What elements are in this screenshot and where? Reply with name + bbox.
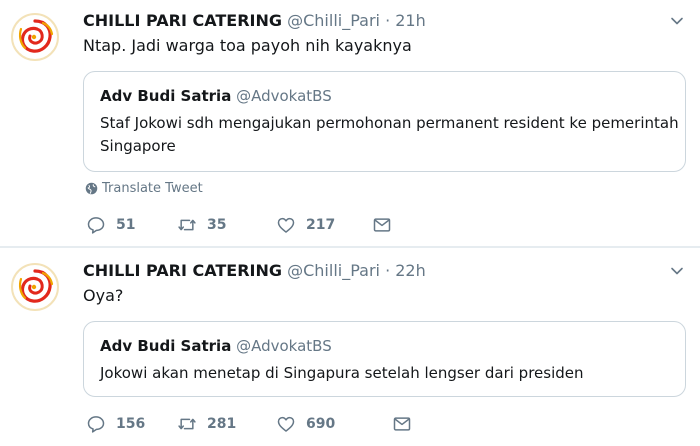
avatar[interactable] — [11, 263, 59, 311]
retweet-count: 281 — [207, 416, 237, 432]
separator-dot: · — [385, 261, 391, 280]
like-button[interactable]: 217 — [276, 215, 335, 235]
retweet-icon — [178, 219, 196, 231]
reply-button[interactable]: 51 — [86, 215, 135, 235]
reply-icon — [87, 217, 105, 234]
reply-count: 156 — [116, 416, 146, 432]
retweet-button[interactable]: 35 — [177, 215, 226, 235]
direct-message-button[interactable] — [372, 215, 402, 235]
quoted-user-handle: @AdvokatBS — [236, 337, 332, 355]
display-name[interactable]: CHILLI PARI CATERING — [83, 11, 282, 30]
tweet-header: CHILLI PARI CATERING @Chilli_Pari · 21h — [83, 11, 426, 31]
like-button[interactable]: 690 — [276, 414, 335, 434]
reply-icon — [87, 416, 105, 433]
translate-label: Translate Tweet — [102, 181, 203, 196]
chilli-pari-logo-icon — [15, 267, 55, 307]
timestamp[interactable]: 22h — [395, 261, 426, 280]
separator-dot: · — [385, 11, 391, 30]
envelope-icon — [393, 417, 411, 431]
tweet-text: Ntap. Jadi warga toa payoh nih kayaknya — [83, 36, 412, 55]
quoted-display-name: Adv Budi Satria — [100, 337, 232, 355]
quoted-tweet-header: Adv Budi Satria @AdvokatBS — [100, 336, 332, 356]
chevron-down-icon[interactable] — [670, 14, 684, 28]
like-count: 690 — [306, 416, 336, 432]
quoted-tweet-text: Staf Jokowi sdh mengajukan permohonan pe… — [100, 114, 679, 155]
retweet-button[interactable]: 281 — [177, 414, 236, 434]
tweet-text: Oya? — [83, 286, 124, 305]
tweet-actions: 51 35 217 — [86, 215, 486, 237]
user-handle[interactable]: @Chilli_Pari — [287, 11, 380, 30]
heart-icon — [277, 217, 295, 233]
tweet[interactable]: CHILLI PARI CATERING @Chilli_Pari · 21h … — [0, 0, 700, 247]
display-name[interactable]: CHILLI PARI CATERING — [83, 261, 282, 280]
heart-icon — [277, 416, 295, 432]
user-handle[interactable]: @Chilli_Pari — [287, 261, 380, 280]
reply-count: 51 — [116, 217, 136, 233]
retweet-icon — [178, 418, 196, 430]
tweet-actions: 156 281 690 — [86, 414, 486, 436]
globe-icon — [85, 182, 98, 195]
quoted-tweet[interactable]: Adv Budi Satria @AdvokatBS Staf Jokowi s… — [83, 71, 686, 172]
quoted-tweet-header: Adv Budi Satria @AdvokatBS — [100, 86, 332, 106]
reply-button[interactable]: 156 — [86, 414, 145, 434]
like-count: 217 — [306, 217, 336, 233]
envelope-icon — [373, 218, 391, 232]
quoted-display-name: Adv Budi Satria — [100, 87, 232, 105]
chilli-pari-logo-icon — [15, 17, 55, 57]
direct-message-button[interactable] — [392, 414, 422, 434]
tweet[interactable]: CHILLI PARI CATERING @Chilli_Pari · 22h … — [0, 248, 700, 446]
timestamp[interactable]: 21h — [395, 11, 426, 30]
tweet-header: CHILLI PARI CATERING @Chilli_Pari · 22h — [83, 261, 426, 281]
translate-tweet-link[interactable]: Translate Tweet — [85, 181, 203, 196]
quoted-user-handle: @AdvokatBS — [236, 87, 332, 105]
chevron-down-icon[interactable] — [670, 264, 684, 278]
quoted-tweet-text: Jokowi akan menetap di Singapura setelah… — [100, 364, 584, 382]
quoted-tweet[interactable]: Adv Budi Satria @AdvokatBS Jokowi akan m… — [83, 321, 686, 397]
retweet-count: 35 — [207, 217, 227, 233]
avatar[interactable] — [11, 13, 59, 61]
